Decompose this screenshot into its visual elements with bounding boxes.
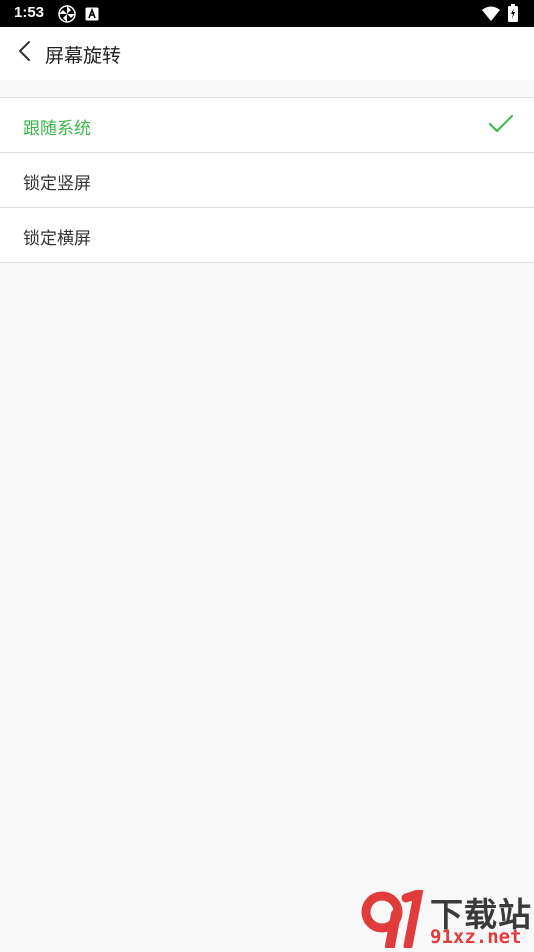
option-label: 锁定竖屏 bbox=[23, 174, 91, 194]
rotation-options-list: 跟随系统 锁定竖屏 锁定横屏 bbox=[0, 97, 534, 263]
app-bar: 屏幕旋转 bbox=[0, 27, 534, 80]
status-time: 1:53 bbox=[14, 4, 45, 21]
option-lock-landscape[interactable]: 锁定横屏 bbox=[0, 208, 534, 263]
option-follow-system[interactable]: 跟随系统 bbox=[0, 98, 534, 153]
wifi-icon bbox=[482, 6, 500, 25]
chevron-left-icon bbox=[17, 40, 33, 66]
check-icon bbox=[488, 114, 514, 138]
option-label: 锁定横屏 bbox=[23, 229, 91, 249]
watermark-91-mark-icon bbox=[360, 887, 428, 952]
back-button[interactable] bbox=[8, 36, 42, 70]
watermark-logo: 下载站 91xz.net bbox=[360, 886, 534, 952]
option-label: 跟随系统 bbox=[23, 119, 91, 139]
battery-charging-icon bbox=[508, 4, 518, 26]
status-bar: 1:53 bbox=[0, 0, 534, 27]
watermark-en-text: 91xz.net bbox=[430, 926, 522, 948]
page-title: 屏幕旋转 bbox=[45, 45, 122, 67]
pinwheel-icon bbox=[58, 5, 76, 27]
option-lock-portrait[interactable]: 锁定竖屏 bbox=[0, 153, 534, 208]
a-notification-icon bbox=[85, 6, 99, 25]
